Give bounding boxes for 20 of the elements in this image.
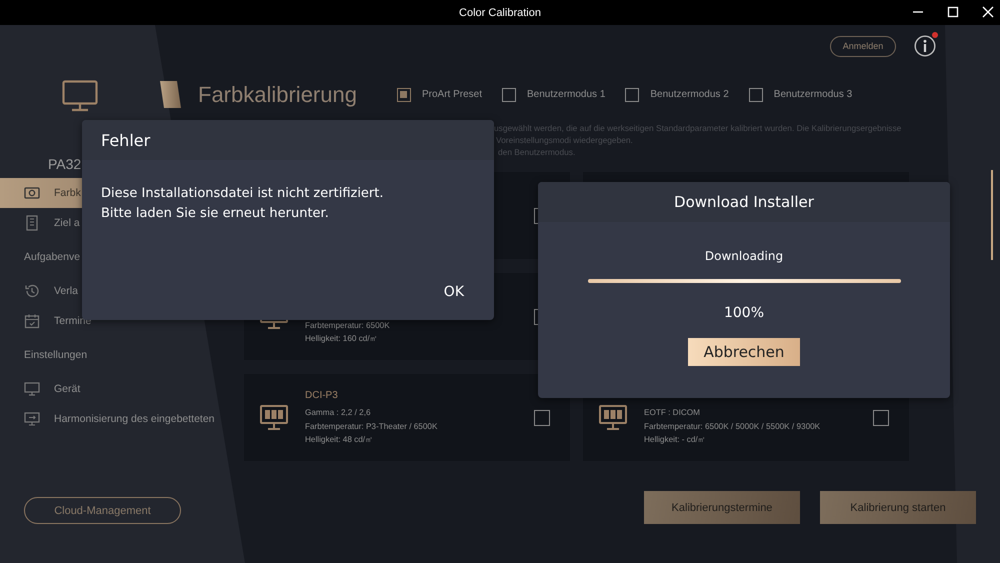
preset-detail: Farbtemperatur: 6500K / 5000K / 5500K / 9300K: [644, 420, 822, 433]
dialog-title: Fehler: [101, 130, 150, 150]
device-name: PA32: [48, 156, 82, 172]
preset-detail: EOTF : DICOM: [644, 407, 701, 419]
preset-detail: Helligkeit: 160 cd/㎡: [305, 333, 379, 345]
preset-detail: Farbtemperatur: 6500K: [305, 320, 391, 332]
preset-detail: Helligkeit: 48 cd/㎡: [305, 434, 374, 446]
preset-detail: Farbtemperatur: P3-Theater / 6500K: [305, 420, 438, 433]
preset-title: DCI-P3: [305, 390, 338, 401]
error-message: Diese Installationsdatei ist nicht zertifiziert.: [101, 185, 385, 203]
progress-percent: 100%: [724, 305, 764, 321]
window-title: Color Calibration: [459, 6, 541, 18]
section-heading: Einstellungen: [23, 348, 88, 363]
error-message: Bitte laden Sie sie erneut herunter.: [101, 205, 330, 223]
section-heading: Aufgabenve: [23, 250, 80, 265]
download-status: Downloading: [704, 249, 784, 263]
preset-detail: Gamma : 2,2 / 2,6: [305, 407, 372, 419]
preset-detail: Helligkeit: - cd/㎡: [644, 434, 707, 446]
dialog-title: Download Installer: [674, 193, 814, 211]
page-title: Farbkalibrierung: [198, 82, 357, 108]
